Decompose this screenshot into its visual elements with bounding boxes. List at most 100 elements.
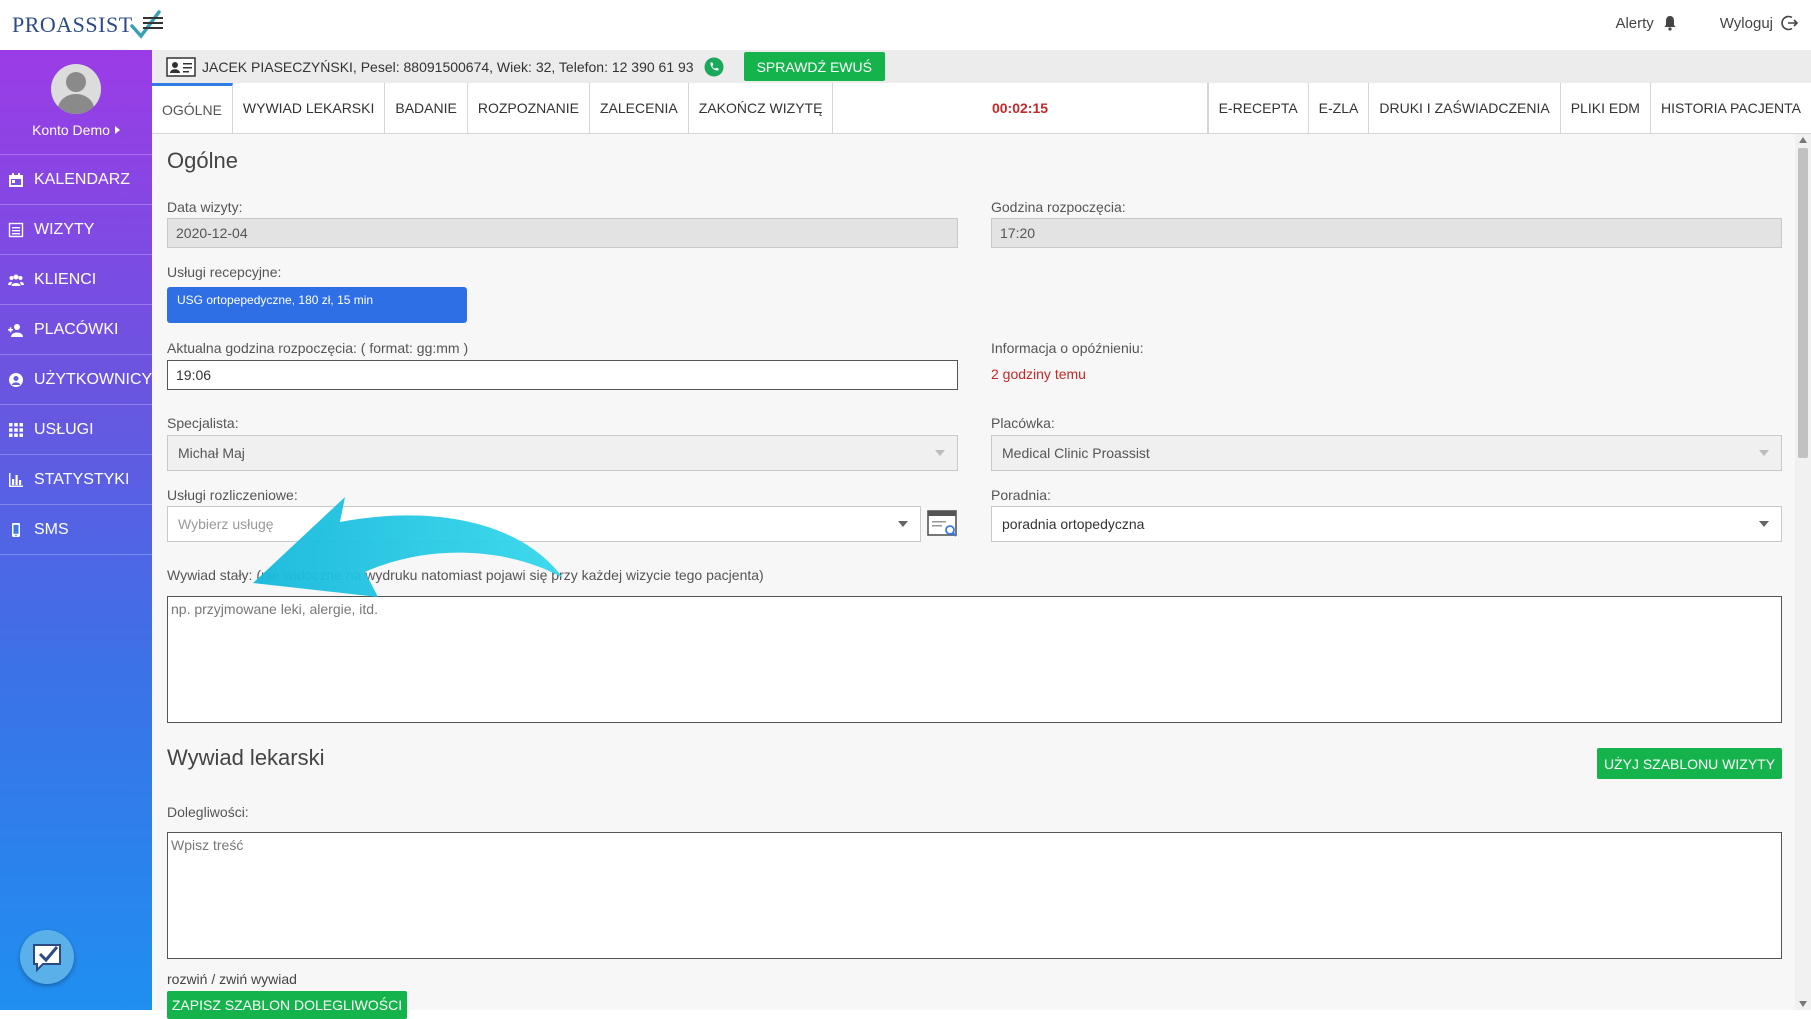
toggle-interview-link[interactable]: rozwiń / zwiń wywiad [167, 971, 297, 987]
main-content: Ogólne Data wizyty: 2020-12-04 Godzina r… [152, 134, 1795, 1019]
billing-services-select[interactable]: Wybierz usługę [167, 506, 921, 542]
sidebar-item-users[interactable]: UŻYTKOWNICY [0, 355, 152, 405]
specialist-label: Specjalista: [167, 415, 239, 431]
complaints-textarea[interactable]: Wpisz treść [167, 832, 1782, 959]
scroll-thumb[interactable] [1798, 148, 1808, 458]
user-plus-icon [8, 323, 23, 337]
tab-e-prescription[interactable]: E-RECEPTA [1207, 83, 1309, 133]
tab-edm-files[interactable]: PLIKI EDM [1561, 83, 1651, 133]
tab-general[interactable]: OGÓLNE [152, 83, 233, 133]
specialist-select[interactable]: Michał Maj [167, 435, 958, 471]
actual-start-label: Aktualna godzina rozpoczęcia: ( format: … [167, 340, 469, 356]
section-title-general: Ogólne [167, 148, 238, 173]
sidebar-item-label: PLACÓWKI [34, 320, 119, 338]
logout-label: Wyloguj [1719, 14, 1773, 32]
visit-timer: 00:02:15 [833, 83, 1208, 133]
reception-service-tag[interactable]: USG ortopepedyczne, 180 zł, 15 min [167, 287, 467, 323]
specialist-value: Michał Maj [178, 445, 245, 461]
logout-link[interactable]: Wyloguj [1720, 14, 1799, 32]
phone-call-icon[interactable] [704, 57, 724, 77]
user-menu[interactable]: Konto Demo [0, 122, 152, 138]
sidebar-item-statistics[interactable]: STATYSTYKI [0, 455, 152, 505]
sidebar-item-label: KALENDARZ [34, 170, 131, 188]
user-name: Konto Demo [32, 122, 110, 138]
avatar[interactable] [51, 64, 101, 114]
reception-services-label: Usługi recepcyjne: [167, 264, 282, 280]
visit-date-field: 2020-12-04 [167, 218, 958, 248]
chevron-down-icon [935, 450, 945, 456]
clinic-select[interactable]: poradnia ortopedyczna [991, 506, 1782, 542]
complaints-label: Dolegliwości: [167, 804, 249, 820]
section-title-interview: Wywiad lekarski [167, 745, 325, 770]
id-card-icon [166, 56, 196, 77]
chevron-down-icon [898, 521, 908, 527]
grid-icon [9, 422, 23, 437]
scroll-down-icon[interactable] [1799, 1001, 1807, 1007]
patient-info-bar: JACEK PIASECZYŃSKI, Pesel: 88091500674, … [152, 50, 1811, 83]
sidebar-item-label: UŻYTKOWNICY [34, 370, 153, 388]
tab-medical-interview[interactable]: WYWIAD LEKARSKI [233, 83, 386, 133]
sidebar-item-calendar[interactable]: KALENDARZ [0, 154, 152, 205]
user-profile: Konto Demo [0, 50, 152, 154]
sidebar-item-clients[interactable]: KLIENCI [0, 255, 152, 305]
alerts-label: Alerty [1615, 14, 1654, 32]
visit-date-label: Data wizyty: [167, 199, 243, 215]
sidebar-item-label: SMS [34, 520, 69, 538]
clinic-value: poradnia ortopedyczna [1002, 516, 1145, 532]
alerts-link[interactable]: Alerty [1615, 15, 1677, 32]
tab-diagnosis[interactable]: ROZPOZNANIE [468, 83, 590, 133]
list-icon [8, 222, 24, 237]
users-icon [8, 274, 24, 286]
start-time-label: Godzina rozpoczęcia: [991, 199, 1126, 215]
facility-value: Medical Clinic Proassist [1002, 445, 1150, 461]
sidebar-item-label: STATYSTYKI [34, 470, 130, 488]
browse-services-icon[interactable] [926, 508, 958, 540]
check-ewus-button[interactable]: SPRAWDŹ EWUŚ [743, 52, 885, 81]
sidebar-item-facilities[interactable]: PLACÓWKI [0, 305, 152, 355]
permanent-history-textarea[interactable]: np. przyjmowane leki, alergie, itd. [167, 596, 1782, 723]
bell-icon [1664, 16, 1676, 31]
app-logo[interactable]: PROASSIST [12, 8, 161, 42]
billing-services-placeholder: Wybierz usługę [178, 516, 274, 532]
tab-forms-certificates[interactable]: DRUKI I ZAŚWIADCZENIA [1369, 83, 1561, 133]
actual-start-input[interactable]: 19:06 [167, 360, 958, 390]
logout-icon [1781, 15, 1799, 31]
logo-text: PROASSIST [12, 12, 133, 37]
sidebar-item-label: WIZYTY [34, 220, 95, 238]
sidebar-item-label: KLIENCI [34, 270, 97, 288]
tab-recommendations[interactable]: ZALECENIA [590, 83, 689, 133]
user-circle-icon [9, 372, 23, 387]
chat-check-icon [33, 944, 61, 973]
content-scrollbar[interactable] [1795, 134, 1811, 1010]
visit-tabs: OGÓLNE WYWIAD LEKARSKI BADANIE ROZPOZNAN… [152, 83, 1811, 134]
start-time-field: 17:20 [991, 218, 1782, 248]
tab-e-zla[interactable]: E-ZLA [1309, 83, 1370, 133]
delay-value: 2 godziny temu [991, 366, 1086, 382]
bar-chart-icon [9, 472, 23, 487]
mobile-icon [12, 522, 20, 537]
sidebar: Konto Demo KALENDARZ WIZYTY KLIENCI PLAC… [0, 50, 152, 1010]
facility-label: Placówka: [991, 415, 1055, 431]
help-chat-button[interactable] [20, 930, 74, 984]
tab-examination[interactable]: BADANIE [385, 83, 468, 133]
caret-right-icon [114, 126, 120, 134]
use-visit-template-button[interactable]: UŻYJ SZABLONU WIZYTY [1597, 748, 1782, 779]
clinic-label: Poradnia: [991, 487, 1051, 503]
chevron-down-icon [1759, 521, 1769, 527]
tab-end-visit[interactable]: ZAKOŃCZ WIZYTĘ [689, 83, 834, 133]
sidebar-item-visits[interactable]: WIZYTY [0, 205, 152, 255]
sidebar-item-services[interactable]: USŁUGI [0, 405, 152, 455]
facility-select[interactable]: Medical Clinic Proassist [991, 435, 1782, 471]
permanent-history-label: Wywiad stały: (nie widoczne na wydruku n… [167, 567, 764, 583]
menu-toggle-icon[interactable] [143, 14, 163, 34]
sidebar-item-label: USŁUGI [34, 420, 94, 438]
sidebar-item-sms[interactable]: SMS [0, 505, 152, 555]
scroll-up-icon[interactable] [1799, 137, 1807, 143]
top-bar: PROASSIST Alerty Wyloguj [0, 0, 1811, 50]
patient-info-text: JACEK PIASECZYŃSKI, Pesel: 88091500674, … [202, 58, 694, 75]
billing-services-label: Usługi rozliczeniowe: [167, 487, 298, 503]
chevron-down-icon [1759, 450, 1769, 456]
save-complaints-template-button[interactable]: ZAPISZ SZABLON DOLEGLIWOŚCI [167, 991, 407, 1019]
tab-patient-history[interactable]: HISTORIA PACJENTA [1651, 83, 1811, 133]
delay-label: Informacja o opóźnieniu: [991, 340, 1144, 356]
